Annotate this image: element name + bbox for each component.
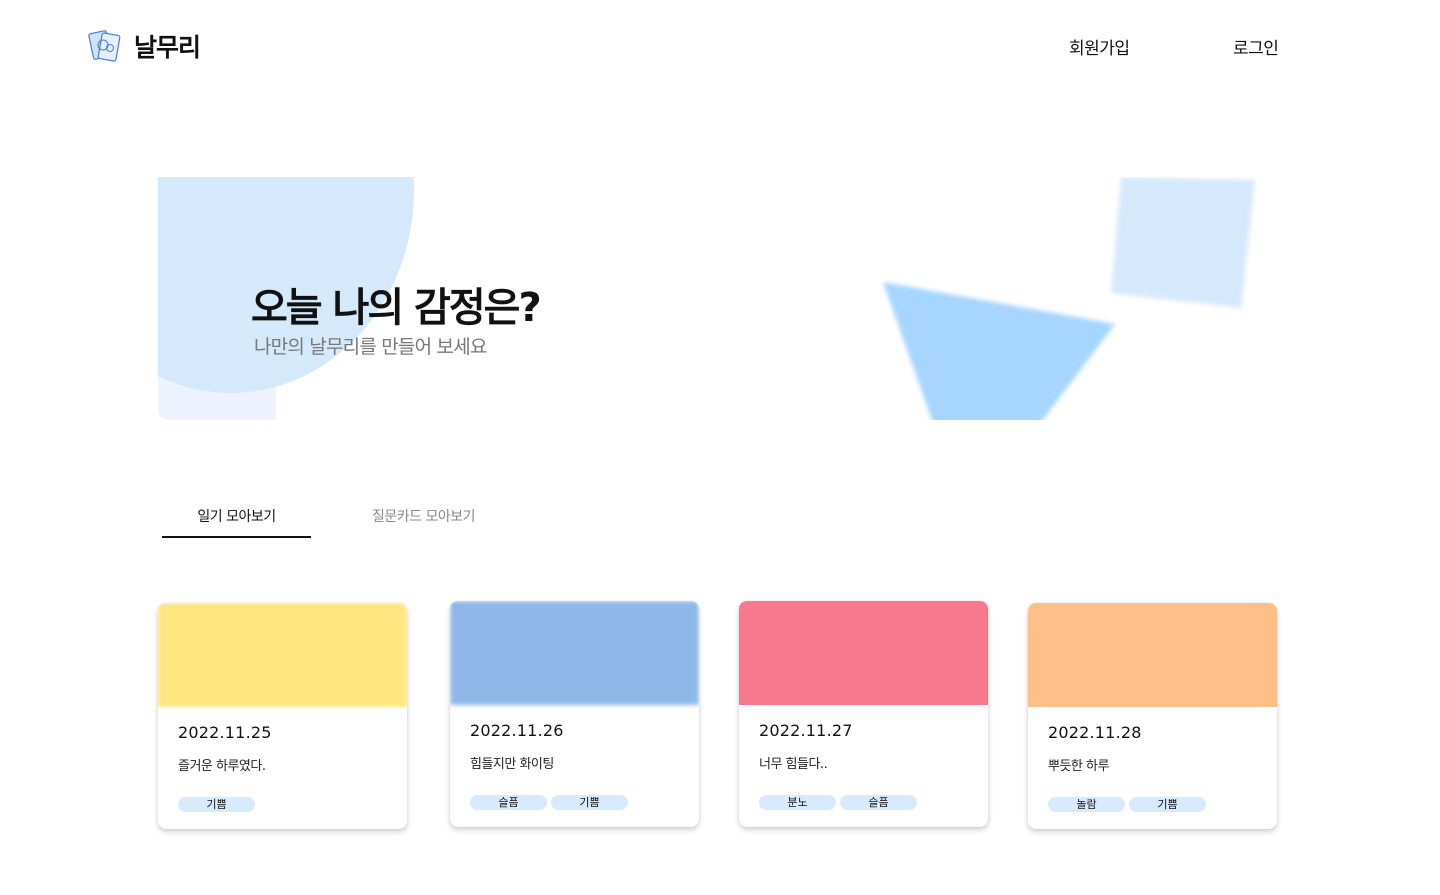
card-color-block [739, 601, 988, 705]
emotion-tag: 기쁨 [551, 795, 628, 810]
card-color-block [1028, 603, 1277, 707]
card-text: 즐거운 하루였다. [178, 759, 266, 774]
card-text: 너무 힘들다.. [759, 757, 828, 772]
card-color-block [158, 603, 407, 707]
tab-question-cards[interactable]: 질문카드 모아보기 [372, 506, 476, 526]
card-color-block [450, 601, 699, 705]
hero-banner: 오늘 나의 감정은? 나만의 날무리를 만들어 보세요 [158, 177, 1278, 420]
diary-card[interactable]: 2022.11.26 힘들지만 화이팅 슬픔 기쁨 [450, 601, 699, 827]
card-tags: 분노 슬픔 [759, 795, 917, 810]
emotion-tag: 기쁨 [178, 797, 255, 812]
signup-link[interactable]: 회원가입 [1069, 34, 1130, 59]
hero-subtitle: 나만의 날무리를 만들어 보세요 [254, 336, 487, 358]
emotion-tag: 슬픔 [470, 795, 547, 810]
hero-title: 오늘 나의 감정은? [251, 285, 542, 331]
diary-card[interactable]: 2022.11.28 뿌듯한 하루 놀람 기쁨 [1028, 603, 1277, 829]
diary-card[interactable]: 2022.11.25 즐거운 하루였다. 기쁨 [158, 603, 407, 829]
card-date: 2022.11.26 [470, 721, 564, 740]
logo[interactable]: 날무리 [88, 28, 201, 64]
card-tags: 놀람 기쁨 [1048, 797, 1206, 812]
card-date: 2022.11.25 [178, 723, 272, 742]
diary-card[interactable]: 2022.11.27 너무 힘들다.. 분노 슬픔 [739, 601, 988, 827]
emotion-tag: 기쁨 [1129, 797, 1206, 812]
emotion-tag: 슬픔 [840, 795, 917, 810]
card-date: 2022.11.28 [1048, 723, 1142, 742]
login-link[interactable]: 로그인 [1233, 34, 1279, 59]
card-text: 힘들지만 화이팅 [470, 757, 554, 772]
emotion-tag: 분노 [759, 795, 836, 810]
card-tags: 슬픔 기쁨 [470, 795, 628, 810]
card-date: 2022.11.27 [759, 721, 853, 740]
tab-diary[interactable]: 일기 모아보기 [162, 506, 311, 538]
header: 날무리 회원가입 로그인 [0, 0, 1440, 92]
emotion-tag: 놀람 [1048, 797, 1125, 812]
card-deck-icon [88, 28, 122, 64]
brand-name: 날무리 [134, 33, 201, 62]
tab-bar: 일기 모아보기 질문카드 모아보기 [162, 500, 522, 538]
card-text: 뿌듯한 하루 [1048, 759, 1109, 774]
card-tags: 기쁨 [178, 797, 255, 812]
